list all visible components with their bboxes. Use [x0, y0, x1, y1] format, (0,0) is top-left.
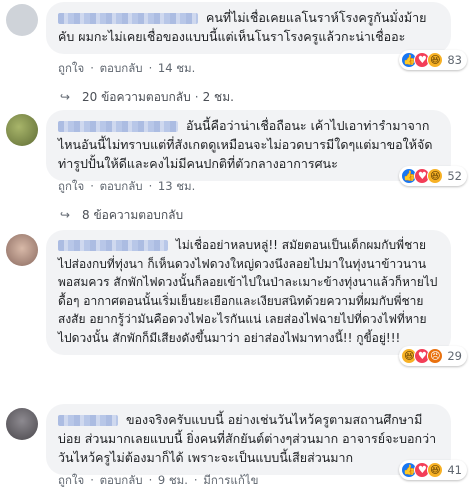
author-name[interactable] — [58, 240, 168, 251]
comment-bubble: อันนี้คือว่าน่าเชื่อถือนะ เค้าไปเอาท่ารำ… — [46, 110, 451, 181]
comment-bubble: คนที่ไม่เชื่อเคยแลโนราห์โรงครูกันมั่งม้า… — [46, 2, 451, 54]
replies-count[interactable]: 8 ข้อความตอบกลับ — [82, 208, 183, 222]
author-name[interactable] — [58, 415, 118, 426]
reaction-summary[interactable]: 👍 ♥ 😆 83 — [399, 50, 467, 70]
replies-count[interactable]: 20 ข้อความตอบกลับ — [82, 90, 191, 104]
haha-reaction-icon: 😆 — [427, 52, 444, 68]
comment-time[interactable]: 9 ชม. — [158, 473, 188, 487]
comment-time[interactable]: 13 ชม. — [158, 179, 195, 193]
comment-actions: ถูกใจ · ตอบกลับ · 9 ชม. · มีการแก้ไข — [58, 473, 259, 487]
edited-label[interactable]: มีการแก้ไข — [203, 473, 258, 487]
view-replies-link[interactable]: ↪ 20 ข้อความตอบกลับ · 2 ชม. — [60, 88, 234, 107]
comment-time[interactable]: 14 ชม. — [158, 61, 195, 75]
angry-reaction-icon: 😠 — [427, 348, 444, 364]
reply-arrow-icon: ↪ — [60, 208, 71, 222]
like-link[interactable]: ถูกใจ — [58, 179, 84, 193]
reaction-count: 29 — [447, 349, 462, 363]
avatar[interactable] — [6, 114, 38, 146]
reply-arrow-icon: ↪ — [60, 90, 71, 104]
comment-bubble: ไม่เชื่ออย่าหลบหลู่!! สมัยตอนเป็นเด็กผมก… — [46, 230, 451, 355]
comment-actions: ถูกใจ · ตอบกลับ · 14 ชม. — [58, 61, 196, 75]
comment-2: อันนี้คือว่าน่าเชื่อถือนะ เค้าไปเอาท่ารำ… — [0, 108, 475, 228]
haha-reaction-icon: 😆 — [427, 462, 444, 478]
like-link[interactable]: ถูกใจ — [58, 61, 84, 75]
comment-actions: ถูกใจ · ตอบกลับ · 13 ชม. — [58, 179, 196, 193]
avatar[interactable] — [6, 408, 38, 440]
reaction-summary[interactable]: 👍 ♥ 😆 52 — [399, 166, 467, 186]
reaction-count: 41 — [447, 463, 462, 477]
reply-link[interactable]: ตอบกลับ — [100, 61, 143, 75]
reply-link[interactable]: ตอบกลับ — [100, 179, 143, 193]
author-name[interactable] — [58, 13, 198, 24]
comment-text: ไม่เชื่ออย่าหลบหลู่!! สมัยตอนเป็นเด็กผมก… — [58, 238, 438, 345]
comment-4: ของจริงครับแบบนี้ อย่างเช่นวันไหว้ครูตาม… — [0, 400, 475, 495]
author-name[interactable] — [58, 121, 178, 132]
reaction-count: 83 — [447, 53, 462, 67]
haha-reaction-icon: 😆 — [427, 168, 444, 184]
view-replies-link[interactable]: ↪ 8 ข้อความตอบกลับ — [60, 206, 183, 225]
replies-time: 2 ชม. — [202, 90, 234, 104]
like-link[interactable]: ถูกใจ — [58, 473, 84, 487]
avatar[interactable] — [6, 234, 38, 266]
reply-link[interactable]: ตอบกลับ — [100, 473, 143, 487]
comment-1: คนที่ไม่เชื่อเคยแลโนราห์โรงครูกันมั่งม้า… — [0, 0, 475, 110]
avatar[interactable] — [6, 4, 38, 36]
reaction-count: 52 — [447, 169, 462, 183]
reaction-summary[interactable]: 👍 ♥ 😆 41 — [399, 460, 467, 480]
reaction-summary[interactable]: 😆 ♥ 😠 29 — [399, 346, 467, 366]
comment-3: ไม่เชื่ออย่าหลบหลู่!! สมัยตอนเป็นเด็กผมก… — [0, 228, 475, 400]
comment-bubble: ของจริงครับแบบนี้ อย่างเช่นวันไหว้ครูตาม… — [46, 404, 451, 475]
